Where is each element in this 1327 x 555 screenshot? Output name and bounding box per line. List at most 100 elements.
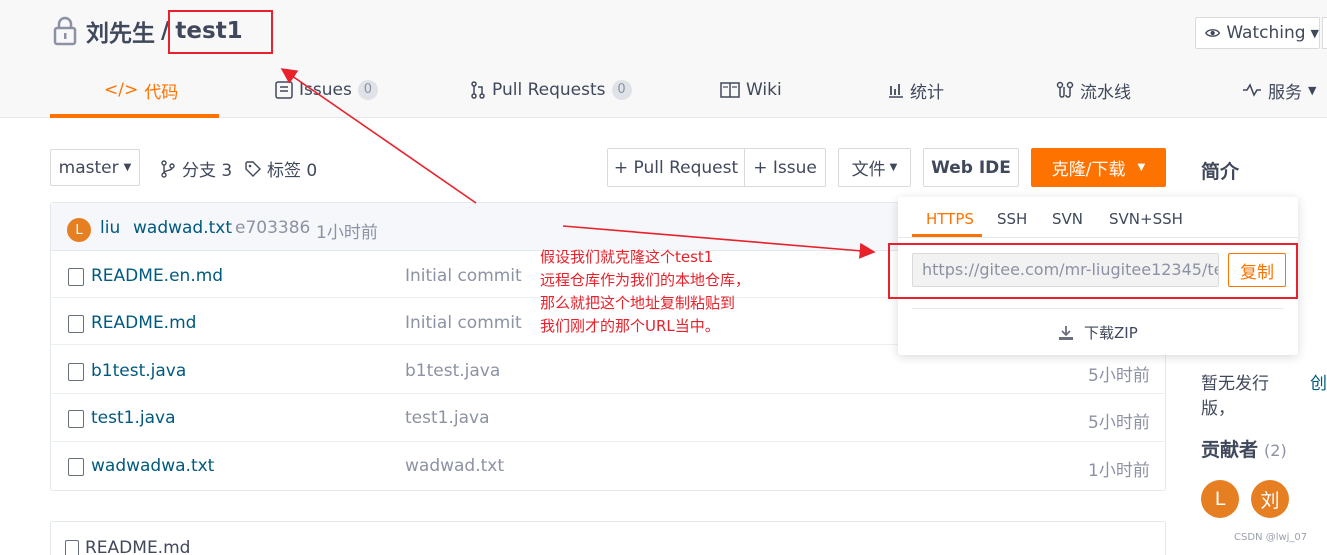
table-row[interactable] bbox=[51, 443, 1165, 490]
files-dropdown-button[interactable]: 文件 ▼ bbox=[838, 148, 911, 187]
new-issue-label: + Issue bbox=[753, 157, 817, 178]
download-icon bbox=[1059, 325, 1073, 340]
tab-issues-label: Issues bbox=[299, 80, 352, 100]
commit-message[interactable]: wadwad.txt bbox=[133, 218, 232, 238]
watch-count-button[interactable] bbox=[1322, 17, 1327, 49]
code-icon: </> bbox=[104, 80, 139, 100]
dropdown-divider bbox=[898, 237, 1298, 238]
dropdown-divider bbox=[912, 308, 1284, 309]
caret-down-icon: ▼ bbox=[123, 162, 132, 173]
lock-icon bbox=[53, 16, 77, 46]
clone-download-label: 克隆/下载 bbox=[1051, 160, 1126, 180]
tab-service[interactable]: 服务 ▼ bbox=[1242, 75, 1316, 105]
active-tab-indicator bbox=[50, 114, 219, 118]
clone-tab-svn-ssh[interactable]: SVN+SSH bbox=[1109, 210, 1183, 228]
file-icon bbox=[68, 458, 84, 476]
watch-button[interactable]: Watching ▼ bbox=[1195, 17, 1320, 49]
tab-service-label: 服务 bbox=[1268, 82, 1302, 103]
tab-wiki[interactable]: Wiki bbox=[720, 75, 782, 105]
service-icon bbox=[1243, 83, 1261, 97]
commit-author[interactable]: liu bbox=[100, 218, 120, 238]
file-commit-message[interactable]: Initial commit bbox=[405, 266, 522, 286]
annotation-box-repo-name bbox=[168, 10, 273, 54]
new-issue-button[interactable]: + Issue bbox=[744, 148, 826, 187]
file-commit-time: 5小时前 bbox=[1088, 413, 1150, 433]
watermark: CSDN @lwj_07 bbox=[1234, 532, 1308, 543]
pull-requests-count-badge: 0 bbox=[611, 80, 632, 100]
issues-count-badge: 0 bbox=[357, 80, 378, 100]
readme-title: README.md bbox=[85, 538, 191, 555]
file-name[interactable]: test1.java bbox=[91, 408, 176, 428]
readme-header: README.md bbox=[65, 538, 190, 555]
table-row[interactable] bbox=[51, 395, 1165, 442]
tab-stats[interactable]: 统计 bbox=[888, 75, 944, 105]
avatar[interactable]: L bbox=[1201, 480, 1239, 518]
file-icon bbox=[68, 363, 84, 381]
download-zip-label: 下载ZIP bbox=[1084, 324, 1138, 342]
clone-tab-svn[interactable]: SVN bbox=[1052, 210, 1083, 228]
branches-link[interactable]: 分支 3 bbox=[160, 156, 232, 181]
file-commit-message[interactable]: b1test.java bbox=[405, 361, 500, 381]
create-release-link[interactable]: 创 bbox=[1310, 369, 1327, 419]
watch-label: Watching bbox=[1226, 23, 1306, 43]
contributors-title: 贡献者 bbox=[1201, 439, 1259, 461]
file-commit-message[interactable]: test1.java bbox=[405, 408, 490, 428]
tab-issues[interactable]: Issues 0 bbox=[275, 75, 378, 105]
release-info: 暂无发行版， 创 bbox=[1201, 369, 1327, 419]
caret-down-icon: ▼ bbox=[889, 162, 898, 173]
tag-icon bbox=[245, 160, 261, 177]
file-name[interactable]: README.md bbox=[91, 313, 196, 333]
file-commit-message[interactable]: wadwad.txt bbox=[405, 456, 504, 476]
annotation-note: 假设我们就克隆这个test1 远程仓库作为我们的本地仓库， 那么就把这个地址复制… bbox=[540, 248, 751, 335]
wiki-icon bbox=[720, 82, 740, 98]
repo-owner[interactable]: 刘先生 bbox=[86, 14, 155, 48]
new-pull-request-label: + Pull Request bbox=[613, 157, 739, 178]
commit-author-avatar[interactable]: L bbox=[67, 218, 91, 242]
caret-down-icon: ▼ bbox=[1308, 83, 1317, 97]
commit-hash[interactable]: e703386 bbox=[235, 218, 310, 238]
tab-pipeline[interactable]: 流水线 bbox=[1056, 75, 1131, 105]
tab-code-label: 代码 bbox=[144, 82, 179, 103]
readme-panel bbox=[50, 521, 1166, 555]
file-icon bbox=[68, 410, 84, 428]
file-commit-time: 5小时前 bbox=[1088, 366, 1150, 386]
tab-wiki-label: Wiki bbox=[746, 80, 782, 100]
contributors-count: (2) bbox=[1264, 441, 1287, 460]
branch-icon bbox=[161, 159, 175, 178]
intro-title: 简介 bbox=[1201, 161, 1240, 183]
new-pull-request-button[interactable]: + Pull Request bbox=[607, 148, 745, 187]
caret-down-icon: ▼ bbox=[1137, 162, 1146, 173]
branch-select-label: master bbox=[58, 157, 119, 178]
clone-download-button[interactable]: 克隆/下载 ▼ bbox=[1031, 148, 1166, 187]
contributors-header: 贡献者 (2) bbox=[1201, 435, 1287, 462]
file-name[interactable]: b1test.java bbox=[91, 361, 186, 381]
web-ide-button[interactable]: Web IDE bbox=[923, 148, 1019, 187]
commit-time: 1小时前 bbox=[316, 223, 378, 243]
tab-pull-requests-label: Pull Requests bbox=[492, 80, 606, 100]
tab-code[interactable]: </> 代码 bbox=[104, 75, 178, 105]
file-icon bbox=[65, 539, 79, 555]
release-text: 暂无发行版， bbox=[1201, 374, 1269, 419]
clone-tab-ssh[interactable]: SSH bbox=[997, 210, 1027, 228]
branch-select[interactable]: master ▼ bbox=[50, 149, 140, 186]
clone-tab-https[interactable]: HTTPS bbox=[926, 210, 974, 228]
file-icon bbox=[68, 315, 84, 333]
file-commit-message[interactable]: Initial commit bbox=[405, 313, 522, 333]
file-name[interactable]: README.en.md bbox=[91, 266, 223, 286]
avatar[interactable]: 刘 bbox=[1251, 480, 1289, 518]
caret-down-icon: ▼ bbox=[1310, 26, 1319, 40]
eye-icon bbox=[1205, 29, 1221, 37]
tab-pull-requests[interactable]: Pull Requests 0 bbox=[470, 75, 632, 105]
annotation-box-clone-url bbox=[888, 243, 1298, 299]
pipeline-icon bbox=[1056, 81, 1074, 98]
web-ide-label: Web IDE bbox=[931, 157, 1011, 178]
stats-icon bbox=[889, 84, 903, 98]
tab-stats-label: 统计 bbox=[910, 82, 944, 103]
pull-request-icon bbox=[471, 81, 485, 99]
issues-icon bbox=[275, 81, 293, 99]
branches-label: 分支 3 bbox=[182, 161, 233, 181]
file-name[interactable]: wadwadwa.txt bbox=[91, 456, 214, 476]
tags-link[interactable]: 标签 0 bbox=[245, 156, 317, 181]
download-zip-link[interactable]: 下载ZIP bbox=[1058, 322, 1138, 343]
file-commit-time: 1小时前 bbox=[1088, 461, 1150, 481]
